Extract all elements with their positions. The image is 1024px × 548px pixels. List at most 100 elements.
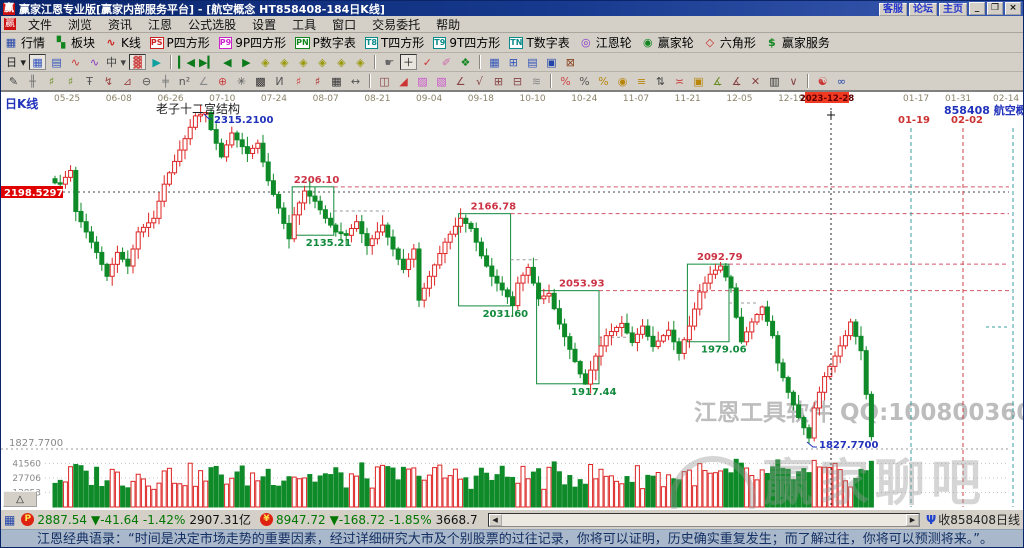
green-fence2-icon[interactable]: ♯ (62, 73, 79, 89)
fine-grid2-icon[interactable]: ⊟ (509, 73, 526, 89)
menu-item-工具[interactable]: 工具 (284, 16, 324, 33)
last-bar-icon[interactable]: ▶▎ (198, 54, 217, 70)
restore-button[interactable]: ❐ (987, 2, 1003, 15)
kline-button[interactable]: ∿ K线 (104, 34, 140, 51)
p-square-button[interactable]: PS P四方形 (149, 34, 210, 51)
titlebar-link-客服[interactable]: 客服 (879, 3, 907, 16)
angle-x-icon[interactable]: ✕ (747, 73, 764, 89)
green-fence-icon[interactable]: ♯ (43, 73, 60, 89)
volume-expand-button[interactable]: △ (3, 491, 37, 507)
menu-item-窗口[interactable]: 窗口 (324, 16, 364, 33)
bar-grid-icon[interactable]: ╪ (157, 73, 174, 89)
pink-grid2-icon[interactable]: ▧ (433, 73, 450, 89)
percent-icon[interactable]: % (576, 73, 593, 89)
spiral-icon[interactable]: ↯ (100, 73, 117, 89)
wave-angle-icon[interactable]: ∨ (785, 73, 802, 89)
eraser-tool-icon[interactable]: ✐ (438, 54, 455, 70)
menu-item-文件[interactable]: 文件 (20, 16, 60, 33)
split-box-icon[interactable]: ◫ (376, 73, 393, 89)
scroll-right-button[interactable]: ▶ (905, 513, 919, 526)
titlebar-link-主页[interactable]: 主页 (939, 3, 967, 16)
diamond-move-icon[interactable]: ◈ (352, 54, 369, 70)
red-fence2-icon[interactable]: ♯ (309, 73, 326, 89)
candle-type-dropdown[interactable]: 中 ▾ (105, 54, 127, 70)
minimize-button[interactable]: _ (969, 2, 985, 15)
menu-item-交易委托[interactable]: 交易委托 (364, 16, 428, 33)
h-split-icon[interactable]: ≍ (671, 73, 688, 89)
color-flag-icon[interactable]: ▶ (148, 54, 165, 70)
gold-level-icon[interactable]: ≡ (633, 73, 650, 89)
menu-item-江恩[interactable]: 江恩 (140, 16, 180, 33)
check-wave-icon[interactable]: √ (471, 73, 488, 89)
angle-f-icon[interactable]: ∡ (728, 73, 745, 89)
sectors-button[interactable]: ▚ 板块 (54, 34, 95, 51)
retrace-percent-icon[interactable]: % (557, 73, 574, 89)
period-day-dropdown[interactable]: 日 ▾ (5, 54, 27, 70)
next-bar-icon[interactable]: ▶ (238, 54, 255, 70)
data-transfer-icon[interactable]: ⊠ (562, 54, 579, 70)
trend-angle-icon[interactable]: ∠ (452, 73, 469, 89)
p9-square-button[interactable]: P9 9P四方形 (218, 34, 286, 51)
full-grid-icon[interactable]: ▦ (328, 73, 345, 89)
dark-grid-icon[interactable]: ▩ (252, 73, 269, 89)
calendar-icon[interactable]: ▦ (486, 54, 503, 70)
chart-area[interactable]: 江恩工具软件 QQ:1008003604156027706138531827.7… (1, 91, 1024, 542)
first-bar-icon[interactable]: ▎◀ (177, 54, 196, 70)
winner-wheel-button[interactable]: ◉ 赢家轮 (641, 34, 694, 51)
diamond-nav-right-icon[interactable]: ◈ (276, 54, 293, 70)
pink-grid-icon[interactable]: ▨ (414, 73, 431, 89)
horizontal-scrollbar[interactable]: ◀ ▶ (487, 512, 920, 527)
red-fence-icon[interactable]: ♯ (290, 73, 307, 89)
shape-tool-icon[interactable]: ❖ (457, 54, 474, 70)
width-arrow-icon[interactable]: ↔ (347, 73, 364, 89)
scroll-left-button[interactable]: ◀ (488, 513, 502, 526)
close-button[interactable]: × (1005, 2, 1021, 15)
kline-red-icon[interactable]: ∿ (67, 54, 84, 70)
diamond-cross-icon[interactable]: ◈ (333, 54, 350, 70)
p-number-table-button[interactable]: PN P数字表 (295, 34, 356, 51)
updown-mark-icon[interactable]: ⇅ (652, 73, 669, 89)
fine-grid-icon[interactable]: ⊞ (490, 73, 507, 89)
indicator-red-icon[interactable]: ▓ (129, 54, 147, 70)
gold-box-icon[interactable]: ▣ (690, 73, 707, 89)
quote-grid-icon[interactable]: ▦ (4, 513, 15, 527)
angle-up-icon[interactable]: ∡ (709, 73, 726, 89)
notebook-icon[interactable]: ▤ (524, 54, 541, 70)
t-square-button[interactable]: T8 T四方形 (364, 34, 424, 51)
angle-pen-icon[interactable]: ⊿ (119, 73, 136, 89)
kline-purple-icon[interactable]: ∿ (86, 54, 103, 70)
menu-item-帮助[interactable]: 帮助 (428, 16, 468, 33)
chart-layout-icon[interactable]: ▦ (29, 54, 47, 70)
time-grid-icon[interactable]: ╫ (24, 73, 41, 89)
kline-chart[interactable]: 江恩工具软件 QQ:1008003604156027706138531827.7… (1, 92, 1024, 542)
crosshair-tool-icon[interactable]: ＋ (399, 54, 417, 70)
titlebar-link-论坛[interactable]: 论坛 (909, 3, 937, 16)
gann-fan-icon[interactable]: ◢ (395, 73, 412, 89)
pencil-tool-icon[interactable]: ✎ (5, 73, 22, 89)
infinity-icon[interactable]: ∞ (833, 73, 850, 89)
info-panel-icon[interactable]: ▤ (48, 54, 65, 70)
t9-square-button[interactable]: T9 9T四方形 (433, 34, 500, 51)
calculator-icon[interactable]: ⊞ (505, 54, 522, 70)
angle-tool-icon[interactable]: ∠ (195, 73, 212, 89)
wave-count-icon[interactable]: И (271, 73, 288, 89)
diag-lines-icon[interactable]: ≋ (528, 73, 545, 89)
cycle-circle-icon[interactable]: ⊖ (138, 73, 155, 89)
gold-circle-icon[interactable]: ◉ (614, 73, 631, 89)
quotes-button[interactable]: ▦ 行情 (4, 34, 45, 51)
square-of-nine-icon[interactable]: n² (176, 73, 193, 89)
dark-box-icon[interactable]: ▥ (766, 73, 783, 89)
menu-item-资讯[interactable]: 资讯 (100, 16, 140, 33)
prev-bar-icon[interactable]: ◀ (219, 54, 236, 70)
menu-item-公式选股[interactable]: 公式选股 (180, 16, 244, 33)
menu-item-设置[interactable]: 设置 (244, 16, 284, 33)
hand-tool-icon[interactable]: ☛ (381, 54, 398, 70)
hexagon-button[interactable]: ◇ 六角形 (703, 34, 756, 51)
taiji-icon[interactable]: ☯ (814, 73, 831, 89)
star-cycle-icon[interactable]: ✳ (233, 73, 250, 89)
gold-percent-icon[interactable]: % (595, 73, 612, 89)
menu-item-浏览[interactable]: 浏览 (60, 16, 100, 33)
save-icon[interactable]: ▣ (543, 54, 560, 70)
polyline-tool-icon[interactable]: ✓ (419, 54, 436, 70)
t-bar-icon[interactable]: Ŧ (81, 73, 98, 89)
